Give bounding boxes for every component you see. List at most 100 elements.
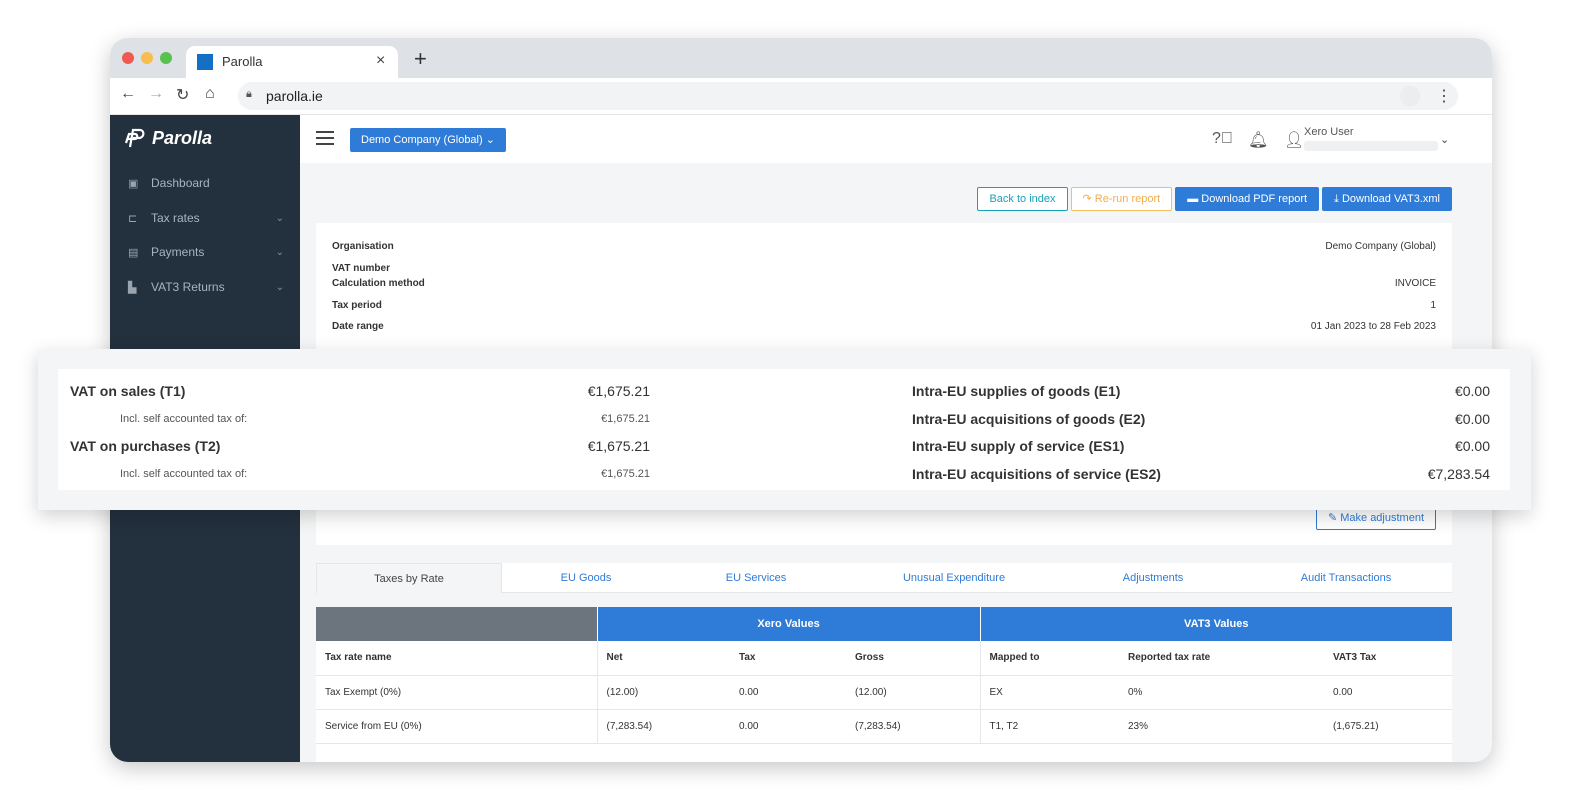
vat-summary-panel: VAT on sales (T1) €1,675.21 Incl. self a… xyxy=(58,369,1510,490)
user-email-redacted xyxy=(1304,141,1438,151)
url-input[interactable]: 🔒︎ parolla.ie ☆ xyxy=(238,82,1458,110)
table-cell: EX xyxy=(979,675,1119,710)
group-header-vat3-values: VAT3 Values xyxy=(979,607,1452,641)
sales-self-accounted-value: €1,675.21 xyxy=(601,413,650,425)
company-selector[interactable]: Demo Company (Global) ⌄ xyxy=(350,128,506,152)
home-icon[interactable]: ⌂ xyxy=(205,85,215,103)
download-xml-button[interactable]: ⤓ Download VAT3.xml xyxy=(1322,187,1452,211)
sidebar-item-payments[interactable]: ▤ Payments ⌄ xyxy=(128,242,288,262)
sidebar-item-dashboard[interactable]: ▣ Dashboard xyxy=(128,173,288,193)
chevron-down-icon: ⌄ xyxy=(275,212,284,224)
back-icon[interactable]: ← xyxy=(120,85,136,103)
report-tabs: Taxes by Rate EU Goods EU Services Unusu… xyxy=(316,563,1452,593)
table-cell: Tax Exempt (0%) xyxy=(316,675,597,710)
tax-rates-icon: ⊏ xyxy=(128,212,138,225)
column-header: Gross xyxy=(846,641,980,676)
tax-period-label: Tax period xyxy=(332,300,382,311)
table-cell: Service from EU (0%) xyxy=(316,709,597,744)
sidebar-item-label: Tax rates xyxy=(151,211,200,225)
date-range-label: Date range xyxy=(332,321,384,332)
sidebar-item-label: VAT3 Returns xyxy=(151,280,225,294)
back-to-index-button[interactable]: Back to index xyxy=(977,187,1068,211)
url-text: parolla.ie xyxy=(266,88,323,104)
chevron-down-icon: ⌄ xyxy=(275,281,284,293)
table-row[interactable]: Service from EU (0%) (7,283.54) 0.00 (7,… xyxy=(316,709,1452,744)
table-cell: (12.00) xyxy=(846,675,980,710)
column-header: Tax xyxy=(730,641,846,676)
vat-on-purchases-value: €1,675.21 xyxy=(587,438,650,454)
payments-icon: ▤ xyxy=(128,246,139,259)
chevron-down-icon[interactable]: ⌄ xyxy=(1440,133,1449,146)
browser-tab[interactable]: Parolla × xyxy=(186,46,398,78)
user-name: Xero User xyxy=(1304,126,1354,138)
user-icon[interactable]: 👤︎ xyxy=(1284,130,1304,150)
rerun-report-button[interactable]: ↷ Re-run report xyxy=(1070,187,1173,211)
table-cell: T1, T2 xyxy=(979,709,1119,744)
close-window-button[interactable] xyxy=(122,52,134,64)
wrench-icon: ✎ xyxy=(1327,512,1341,524)
taxes-by-rate-table: Xero Values VAT3 Values Tax rate name Ne… xyxy=(316,607,1452,762)
tab-adjustments[interactable]: Adjustments xyxy=(1066,563,1240,593)
rerun-report-label: Re-run report xyxy=(1094,193,1161,205)
download-pdf-button[interactable]: ▬ Download PDF report xyxy=(1175,187,1320,211)
monitor-icon: ▣ xyxy=(128,177,139,190)
tab-title: Parolla xyxy=(222,54,263,69)
reload-icon[interactable]: ↻ xyxy=(176,85,189,105)
table-cell: (7,283.54) xyxy=(846,709,980,744)
new-tab-icon[interactable]: + xyxy=(414,46,427,72)
tab-taxes-by-rate[interactable]: Taxes by Rate xyxy=(316,563,502,593)
sidebar-item-vat3-returns[interactable]: ▙ VAT3 Returns ⌄ xyxy=(128,277,288,297)
sidebar-item-tax-rates[interactable]: ⊏ Tax rates ⌄ xyxy=(128,208,288,228)
logo-text: Parolla xyxy=(152,127,213,148)
tab-audit-transactions[interactable]: Audit Transactions xyxy=(1240,563,1452,593)
e2-value: €0.00 xyxy=(1454,411,1490,427)
tab-unusual-expenditure[interactable]: Unusual Expenditure xyxy=(842,563,1066,593)
download-icon: ⤓ xyxy=(1334,193,1342,205)
menu-toggle-icon[interactable] xyxy=(316,131,334,145)
tab-strip: Parolla × + xyxy=(110,38,1492,78)
es1-value: €0.00 xyxy=(1454,438,1490,454)
table-cell: 23% xyxy=(1119,709,1324,744)
table-cell: (12.00) xyxy=(596,675,730,710)
maximize-window-button[interactable] xyxy=(160,52,172,64)
column-header: Reported tax rate xyxy=(1119,641,1324,676)
tab-eu-services[interactable]: EU Services xyxy=(670,563,842,593)
table-cell: 0% xyxy=(1119,675,1324,710)
sidebar-item-label: Payments xyxy=(151,245,205,259)
chevron-down-icon: ⌄ xyxy=(485,134,495,146)
sales-self-accounted-label: Incl. self accounted tax of: xyxy=(120,413,248,425)
pdf-icon: ▬ xyxy=(1187,193,1202,205)
chevron-down-icon: ⌄ xyxy=(275,246,284,258)
document-icon: ▙ xyxy=(128,281,137,294)
help-icon[interactable]: ?⃝ xyxy=(1212,130,1233,148)
e1-label: Intra-EU supplies of goods (E1) xyxy=(912,383,1121,399)
user-menu[interactable]: Xero User xyxy=(1304,126,1438,151)
profile-avatar[interactable] xyxy=(1400,86,1420,106)
make-adjustment-label: Make adjustment xyxy=(1340,512,1424,524)
es2-label: Intra-EU acquisitions of service (ES2) xyxy=(912,466,1161,482)
vat-summary-callout: VAT on sales (T1) €1,675.21 Incl. self a… xyxy=(38,349,1531,510)
table-row[interactable]: Tax Exempt (0%) (12.00) 0.00 (12.00) EX … xyxy=(316,675,1452,710)
favicon-icon xyxy=(197,54,213,70)
top-bar: Demo Company (Global) ⌄ ?⃝ 🔔︎ 👤︎ Xero Us… xyxy=(300,115,1492,163)
e1-value: €0.00 xyxy=(1454,383,1490,399)
column-header: VAT3 Tax xyxy=(1324,641,1452,676)
report-actions: Back to index ↷ Re-run report ▬ Download… xyxy=(974,187,1452,211)
company-selector-label: Demo Company (Global) xyxy=(361,134,483,146)
table-cell: 0.00 xyxy=(1324,675,1452,710)
organisation-label: Organisation xyxy=(332,241,394,252)
group-header-xero-values: Xero Values xyxy=(596,607,980,641)
tab-eu-goods[interactable]: EU Goods xyxy=(502,563,670,593)
lock-icon: 🔒︎ xyxy=(246,88,252,100)
forward-icon[interactable]: → xyxy=(148,85,164,103)
bell-icon[interactable]: 🔔︎ xyxy=(1248,130,1268,150)
app-logo[interactable]: Parolla xyxy=(124,127,212,149)
calculation-method-value: INVOICE xyxy=(1394,278,1436,289)
browser-menu-icon[interactable]: ⋮ xyxy=(1436,86,1452,106)
close-tab-icon[interactable]: × xyxy=(376,52,385,70)
e2-label: Intra-EU acquisitions of goods (E2) xyxy=(912,411,1146,427)
table-cell: 0.00 xyxy=(730,675,846,710)
minimize-window-button[interactable] xyxy=(141,52,153,64)
purchases-self-accounted-value: €1,675.21 xyxy=(601,468,650,480)
table-cell: (7,283.54) xyxy=(596,709,730,744)
